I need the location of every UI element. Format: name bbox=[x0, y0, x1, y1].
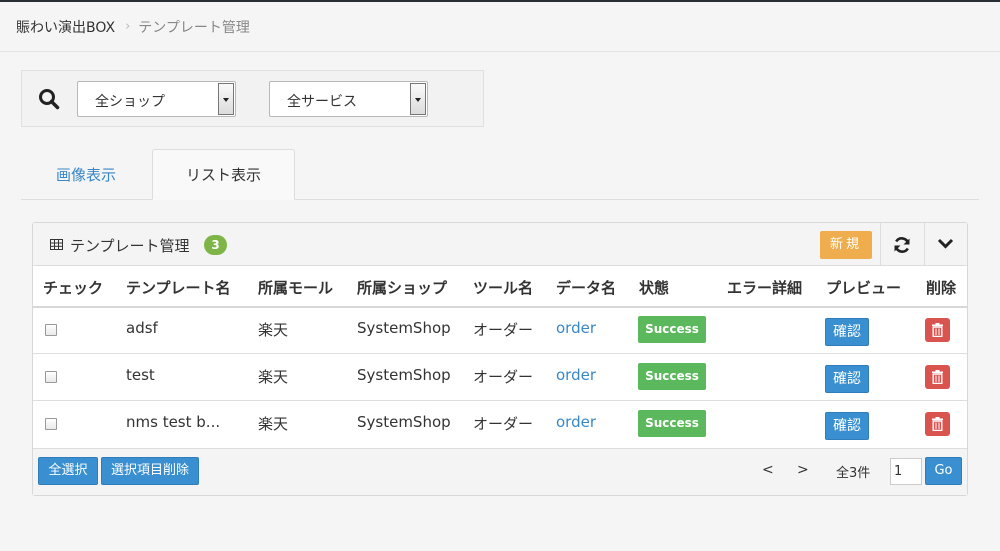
header-divider bbox=[924, 223, 925, 265]
status-badge: Success bbox=[638, 363, 706, 390]
shop-name: SystemShop bbox=[357, 319, 451, 337]
search-icon[interactable] bbox=[38, 88, 60, 110]
template-name: adsf bbox=[126, 319, 158, 337]
trash-icon bbox=[932, 417, 943, 431]
preview-button[interactable]: 確認 bbox=[825, 318, 869, 346]
status-badge: Success bbox=[638, 410, 706, 437]
header-divider bbox=[880, 223, 881, 265]
chevron-down-icon[interactable] bbox=[410, 83, 426, 115]
row-checkbox[interactable] bbox=[45, 324, 57, 336]
shop-name: SystemShop bbox=[357, 413, 451, 431]
column-header-mall: 所属モール bbox=[258, 279, 334, 297]
breadcrumb-current: テンプレート管理 bbox=[138, 19, 250, 36]
status-badge: Success bbox=[638, 316, 706, 343]
column-header-error: エラー詳細 bbox=[727, 279, 803, 297]
refresh-icon[interactable] bbox=[893, 236, 911, 254]
table-row: test 楽天 SystemShop オーダー order Success 確認 bbox=[33, 354, 967, 401]
preview-button[interactable]: 確認 bbox=[825, 365, 869, 393]
template-panel: テンプレート管理 3 新規 チェック テンプレート名 所属モール 所属ショップ … bbox=[32, 222, 968, 496]
row-checkbox[interactable] bbox=[45, 371, 57, 383]
template-name: test bbox=[126, 366, 155, 384]
filter-bar: 全ショップ 全サービス bbox=[21, 70, 484, 127]
panel-header: テンプレート管理 3 新規 bbox=[33, 223, 967, 266]
chevron-down-icon[interactable] bbox=[937, 238, 954, 250]
table-row: adsf 楽天 SystemShop オーダー order Success 確認 bbox=[33, 307, 967, 354]
chevron-down-icon[interactable] bbox=[218, 83, 234, 115]
panel-title: テンプレート管理 bbox=[70, 237, 190, 255]
table-icon bbox=[50, 239, 63, 250]
select-all-button[interactable]: 全選択 bbox=[38, 457, 98, 485]
preview-button[interactable]: 確認 bbox=[825, 412, 869, 440]
service-select[interactable]: 全サービス bbox=[269, 81, 428, 117]
tool-name: オーダー bbox=[473, 415, 534, 433]
breadcrumb: 賑わい演出BOX › テンプレート管理 bbox=[0, 2, 1000, 52]
panel-footer: 全選択 選択項目削除 < > 全3件 1 Go bbox=[33, 448, 967, 495]
column-header-check: チェック bbox=[43, 279, 104, 297]
delete-button[interactable] bbox=[925, 412, 950, 436]
page-number-input[interactable]: 1 bbox=[890, 458, 922, 485]
tab-list-view[interactable]: リスト表示 bbox=[152, 149, 295, 200]
next-page-button[interactable]: > bbox=[797, 462, 809, 478]
template-name: nms test b... bbox=[126, 413, 221, 431]
count-badge: 3 bbox=[204, 235, 227, 255]
delete-button[interactable] bbox=[925, 365, 950, 389]
view-tabs: 画像表示 リスト表示 bbox=[21, 149, 979, 200]
total-count: 全3件 bbox=[836, 466, 871, 481]
tool-name: オーダー bbox=[473, 321, 534, 339]
delete-selected-button[interactable]: 選択項目削除 bbox=[101, 457, 199, 485]
row-checkbox[interactable] bbox=[45, 418, 57, 430]
shop-select[interactable]: 全ショップ bbox=[77, 81, 236, 117]
go-button[interactable]: Go bbox=[925, 457, 962, 485]
mall-name: 楽天 bbox=[258, 415, 289, 433]
trash-icon bbox=[932, 323, 943, 337]
service-select-value: 全サービス bbox=[287, 94, 357, 110]
data-name-link[interactable]: order bbox=[556, 319, 596, 337]
column-header-shop: 所属ショップ bbox=[357, 279, 448, 297]
mall-name: 楽天 bbox=[258, 321, 289, 339]
column-header-delete: 削除 bbox=[926, 279, 957, 297]
column-header-template-name: テンプレート名 bbox=[126, 279, 231, 297]
breadcrumb-separator-icon: › bbox=[125, 19, 131, 34]
column-header-data: データ名 bbox=[556, 279, 617, 297]
column-header-tool: ツール名 bbox=[473, 279, 534, 297]
column-header-status: 状態 bbox=[639, 279, 670, 297]
table-row: nms test b... 楽天 SystemShop オーダー order S… bbox=[33, 401, 967, 448]
prev-page-button[interactable]: < bbox=[762, 462, 774, 478]
tool-name: オーダー bbox=[473, 368, 534, 386]
trash-icon bbox=[932, 370, 943, 384]
delete-button[interactable] bbox=[925, 318, 950, 342]
shop-select-value: 全ショップ bbox=[95, 94, 165, 110]
new-button[interactable]: 新規 bbox=[820, 231, 872, 259]
data-name-link[interactable]: order bbox=[556, 366, 596, 384]
shop-name: SystemShop bbox=[357, 366, 451, 384]
breadcrumb-home[interactable]: 賑わい演出BOX bbox=[16, 17, 115, 37]
mall-name: 楽天 bbox=[258, 368, 289, 386]
column-header-preview: プレビュー bbox=[826, 279, 902, 297]
tab-image-view[interactable]: 画像表示 bbox=[21, 149, 151, 200]
data-name-link[interactable]: order bbox=[556, 413, 596, 431]
